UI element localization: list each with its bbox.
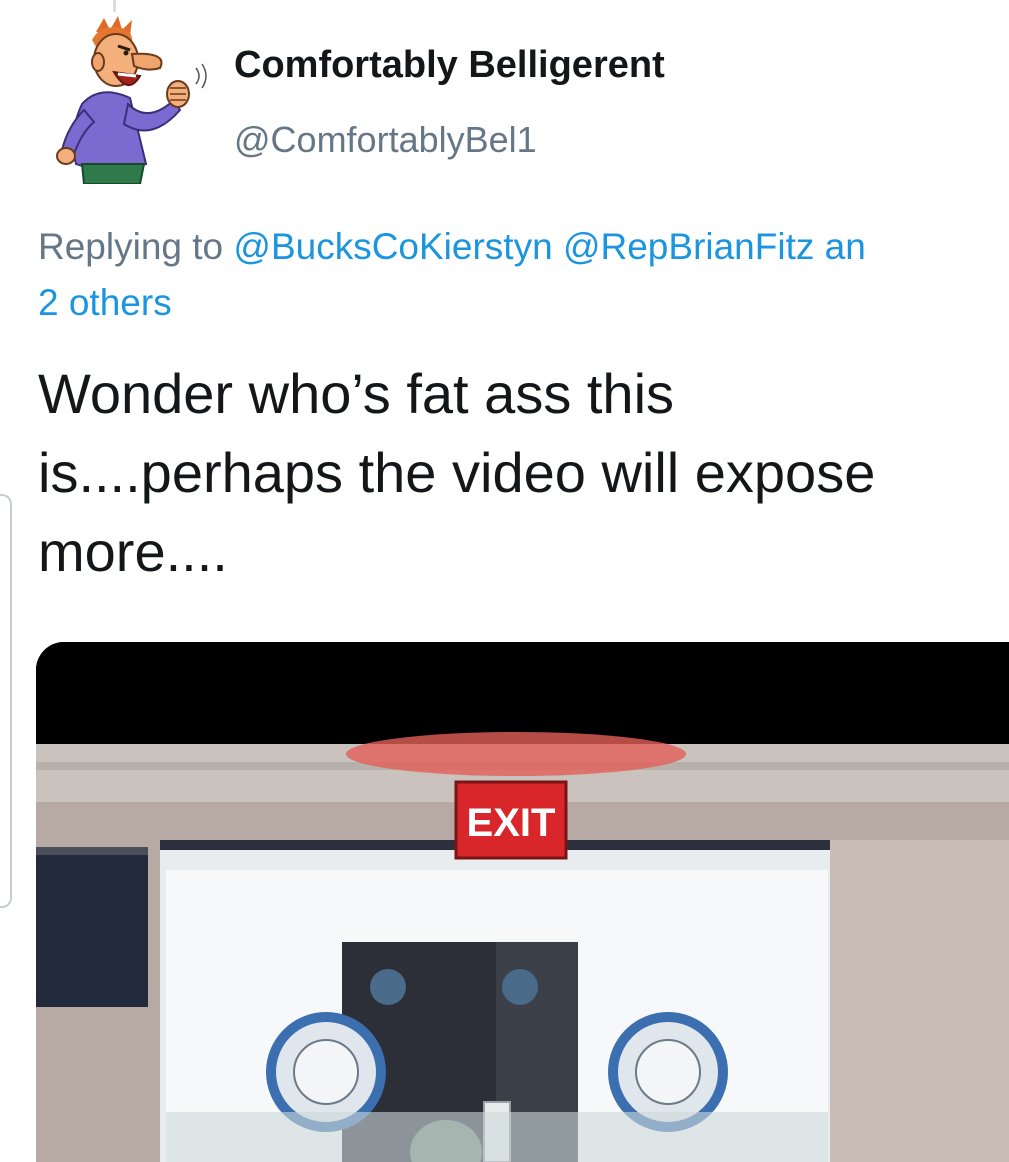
video-media[interactable]: EXIT: [36, 642, 1009, 1162]
replying-to-line: Replying to @BucksCoKierstyn @RepBrianFi…: [38, 222, 1009, 272]
angry-cartoon-man-avatar-icon: [56, 16, 207, 184]
scroll-handle[interactable]: [0, 494, 12, 908]
tweet-text-line: Wonder who’s fat ass this: [38, 362, 675, 425]
tweet-page: Comfortably Belligerent @ComfortablyBel1…: [0, 0, 1009, 1162]
others-link[interactable]: 2 others: [38, 278, 172, 328]
mention-link-buckscokierstyn[interactable]: @BucksCoKierstyn: [233, 226, 552, 267]
mention-link-and[interactable]: an: [825, 226, 866, 267]
replying-to-label: Replying to: [38, 226, 224, 267]
tweet-text: Wonder who’s fat ass this is....perhaps …: [38, 354, 1009, 591]
exit-sign-text: EXIT: [467, 801, 556, 845]
mention-link-repbrianfitz[interactable]: @RepBrianFitz: [563, 226, 814, 267]
avatar[interactable]: [48, 14, 214, 184]
thread-line: [113, 0, 116, 12]
tweet-text-line: is....perhaps the video will expose: [38, 441, 876, 504]
display-name[interactable]: Comfortably Belligerent: [234, 42, 665, 88]
user-handle[interactable]: @ComfortablyBel1: [234, 118, 537, 162]
tweet-text-line: more....: [38, 520, 228, 583]
video-still-image: EXIT: [36, 642, 1009, 1162]
